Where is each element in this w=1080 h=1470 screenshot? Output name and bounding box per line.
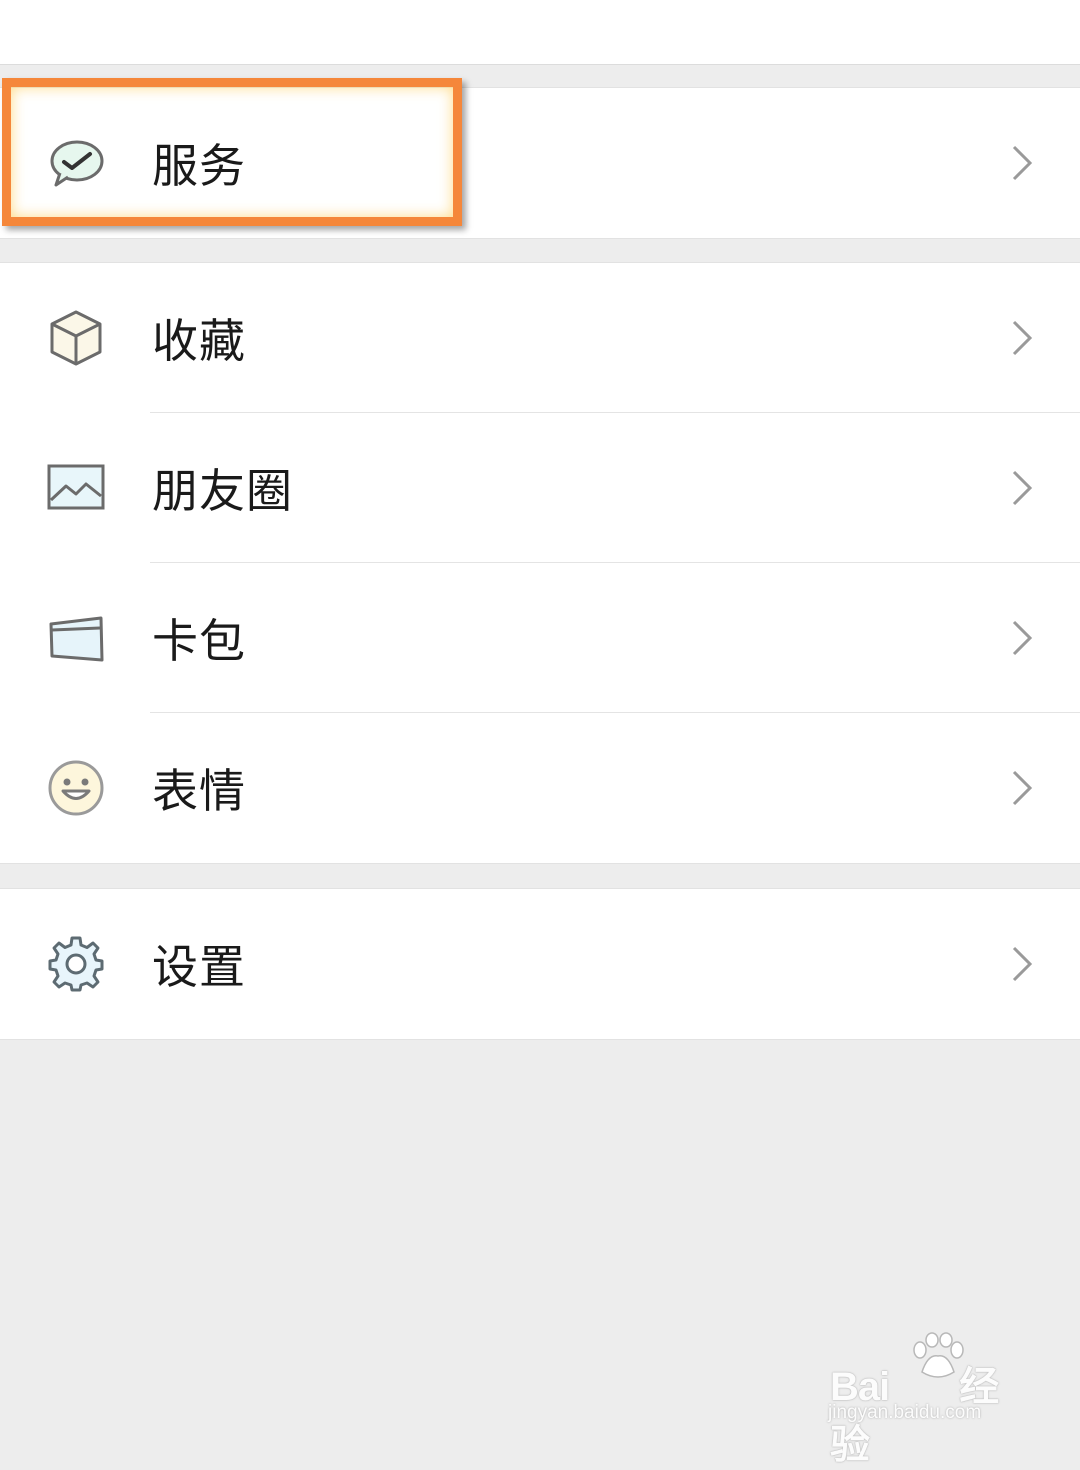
menu-group-services: 服务	[0, 87, 1080, 239]
menu-item-services[interactable]: 服务	[0, 88, 1080, 238]
gear-icon	[44, 932, 108, 996]
menu-item-card-wallet[interactable]: 卡包	[0, 563, 1080, 713]
menu-item-label: 卡包	[152, 614, 246, 668]
chevron-right-icon	[1010, 944, 1034, 984]
picture-icon	[44, 456, 108, 520]
menu-item-label: 表情	[152, 764, 246, 818]
smiley-icon	[44, 756, 108, 820]
menu-item-moments[interactable]: 朋友圈	[0, 413, 1080, 563]
top-header-area	[0, 0, 1080, 65]
watermark-url: jingyan.baidu.com	[828, 1402, 982, 1423]
menu-item-settings[interactable]: 设置	[0, 889, 1080, 1039]
menu-item-label: 服务	[152, 139, 246, 193]
chevron-right-icon	[1010, 618, 1034, 658]
menu-item-stickers[interactable]: 表情	[0, 713, 1080, 863]
wechat-pay-check-icon	[44, 131, 108, 195]
menu-item-label: 设置	[152, 940, 246, 994]
menu-item-label: 收藏	[152, 314, 246, 368]
baidu-watermark: Bai 经验 jingyan.baidu.com	[826, 1332, 1026, 1467]
card-wallet-icon	[44, 606, 108, 670]
cube-icon	[44, 306, 108, 370]
chevron-right-icon	[1010, 468, 1034, 508]
menu-item-favorites[interactable]: 收藏	[0, 263, 1080, 413]
menu-item-label: 朋友圈	[152, 464, 293, 518]
chevron-right-icon	[1010, 318, 1034, 358]
menu-group-settings: 设置	[0, 888, 1080, 1040]
chevron-right-icon	[1010, 143, 1034, 183]
menu-group-main: 收藏 朋友圈 卡包 表情	[0, 262, 1080, 864]
chevron-right-icon	[1010, 768, 1034, 808]
